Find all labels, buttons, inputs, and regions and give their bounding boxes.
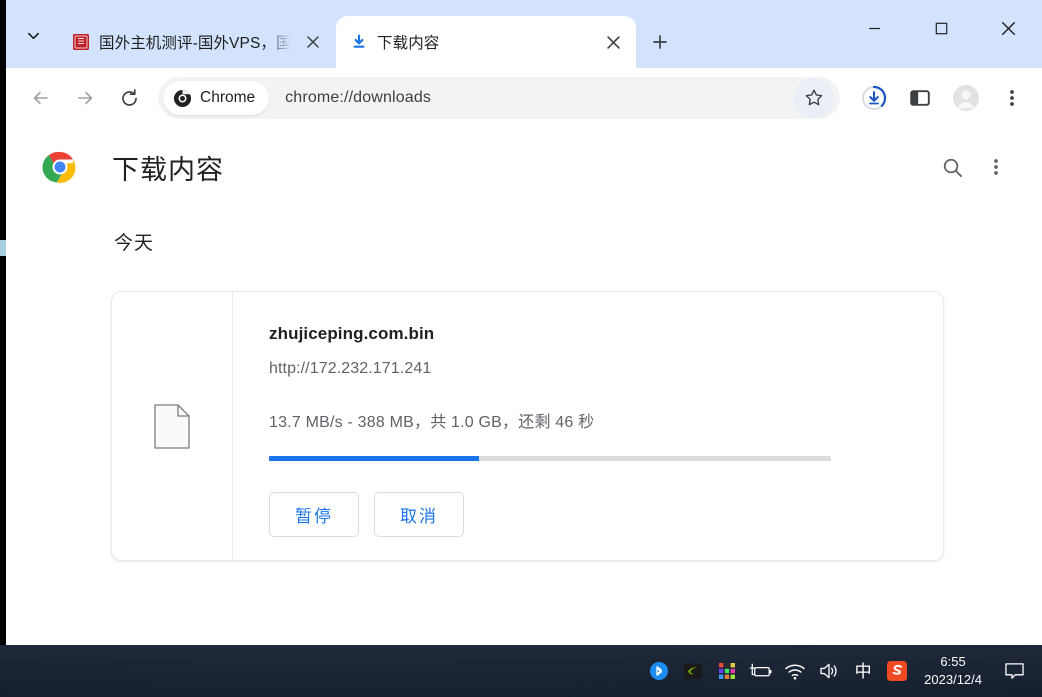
downloads-page: zhujiceping.com 下载内容 <box>6 128 1042 645</box>
star-icon <box>804 88 824 108</box>
color-grid-icon[interactable] <box>710 651 744 691</box>
download-progress-bar <box>269 456 831 461</box>
notification-icon <box>1004 662 1025 681</box>
side-panel-button[interactable] <box>900 78 940 118</box>
file-icon-column <box>112 292 233 560</box>
tab-search-button[interactable] <box>14 16 52 54</box>
downloads-header: 下载内容 <box>6 128 1042 206</box>
browser-menu-button[interactable] <box>992 78 1032 118</box>
clock-time: 6:55 <box>924 653 982 671</box>
maximize-icon <box>935 22 948 35</box>
search-downloads-button[interactable] <box>930 145 974 189</box>
arrow-left-icon <box>31 88 51 108</box>
chrome-icon <box>173 89 192 108</box>
minimize-icon <box>868 22 881 35</box>
window-controls <box>841 0 1042 56</box>
maximize-button[interactable] <box>908 0 975 56</box>
chevron-down-icon <box>26 28 41 43</box>
generic-file-icon <box>154 404 190 449</box>
pause-button[interactable]: 暂停 <box>269 492 359 537</box>
close-icon <box>607 36 620 49</box>
plus-icon <box>652 34 668 50</box>
download-file-name[interactable]: zhujiceping.com.bin <box>269 324 913 344</box>
tab-title: 国外主机测评-国外VPS，国 <box>99 31 291 53</box>
ime-label: 中 <box>855 663 872 680</box>
section-label-today: 今天 <box>114 228 1042 255</box>
chrome-logo <box>42 149 78 185</box>
windows-taskbar: 中 6:55 2023/12/4 <box>0 645 1042 697</box>
clock-date: 2023/12/4 <box>924 671 982 689</box>
download-icon <box>350 33 368 51</box>
arrow-right-icon <box>75 88 95 108</box>
download-actions: 暂停 取消 <box>269 492 913 537</box>
tab-title: 下载内容 <box>377 31 591 53</box>
browser-toolbar: Chrome chrome://downloads <box>6 68 1042 128</box>
download-source-url[interactable]: http://172.232.171.241 <box>269 360 913 378</box>
reload-button[interactable] <box>108 77 150 119</box>
forward-button[interactable] <box>64 77 106 119</box>
tab-downloads[interactable]: 下载内容 <box>336 16 636 68</box>
notification-center-button[interactable] <box>996 651 1032 691</box>
profile-button[interactable] <box>946 78 986 118</box>
downloads-menu-button[interactable] <box>974 145 1018 189</box>
clock[interactable]: 6:55 2023/12/4 <box>914 653 996 688</box>
search-icon <box>941 156 964 179</box>
site-favicon-red <box>72 33 90 51</box>
url-text[interactable]: chrome://downloads <box>269 89 794 107</box>
nvidia-icon[interactable] <box>676 651 710 691</box>
new-tab-button[interactable] <box>642 24 678 60</box>
minimize-button[interactable] <box>841 0 908 56</box>
close-icon <box>1001 21 1016 36</box>
bluetooth-icon[interactable] <box>642 651 676 691</box>
download-progress-fill <box>269 456 479 461</box>
address-bar[interactable]: Chrome chrome://downloads <box>158 77 840 119</box>
downloads-list: 今天 zhujiceping.com.bin http://172.232.17… <box>6 228 1042 561</box>
close-window-button[interactable] <box>975 0 1042 56</box>
download-status-text: 13.7 MB/s - 388 MB，共 1.0 GB，还剩 46 秒 <box>269 408 913 432</box>
page-title: 下载内容 <box>112 148 224 187</box>
tab-close-button[interactable] <box>600 29 626 55</box>
downloads-button[interactable] <box>854 78 894 118</box>
download-progress-icon <box>861 85 887 111</box>
close-icon <box>307 36 319 48</box>
browser-window: 国外主机测评-国外VPS，国 下载内容 <box>6 0 1042 645</box>
back-button[interactable] <box>20 77 62 119</box>
tab-strip: 国外主机测评-国外VPS，国 下载内容 <box>6 0 1042 68</box>
chrome-origin-chip[interactable]: Chrome <box>163 81 269 115</box>
bookmark-button[interactable] <box>794 78 834 118</box>
wifi-icon[interactable] <box>778 651 812 691</box>
download-details: zhujiceping.com.bin http://172.232.171.2… <box>233 292 943 560</box>
ime-indicator[interactable]: 中 <box>846 651 880 691</box>
battery-charging-icon[interactable] <box>744 651 778 691</box>
download-item-card[interactable]: zhujiceping.com.bin http://172.232.171.2… <box>111 291 944 561</box>
three-dot-menu-icon <box>986 157 1006 177</box>
three-dot-menu-icon <box>1002 88 1022 108</box>
tab-close-button[interactable] <box>300 29 326 55</box>
sogou-input-icon[interactable] <box>880 651 914 691</box>
tab-site[interactable]: 国外主机测评-国外VPS，国 <box>58 16 336 68</box>
chrome-chip-label: Chrome <box>200 89 255 107</box>
volume-icon[interactable] <box>812 651 846 691</box>
reload-icon <box>119 88 140 109</box>
side-panel-icon <box>909 87 931 109</box>
avatar-icon <box>952 84 980 112</box>
cancel-button[interactable]: 取消 <box>374 492 464 537</box>
